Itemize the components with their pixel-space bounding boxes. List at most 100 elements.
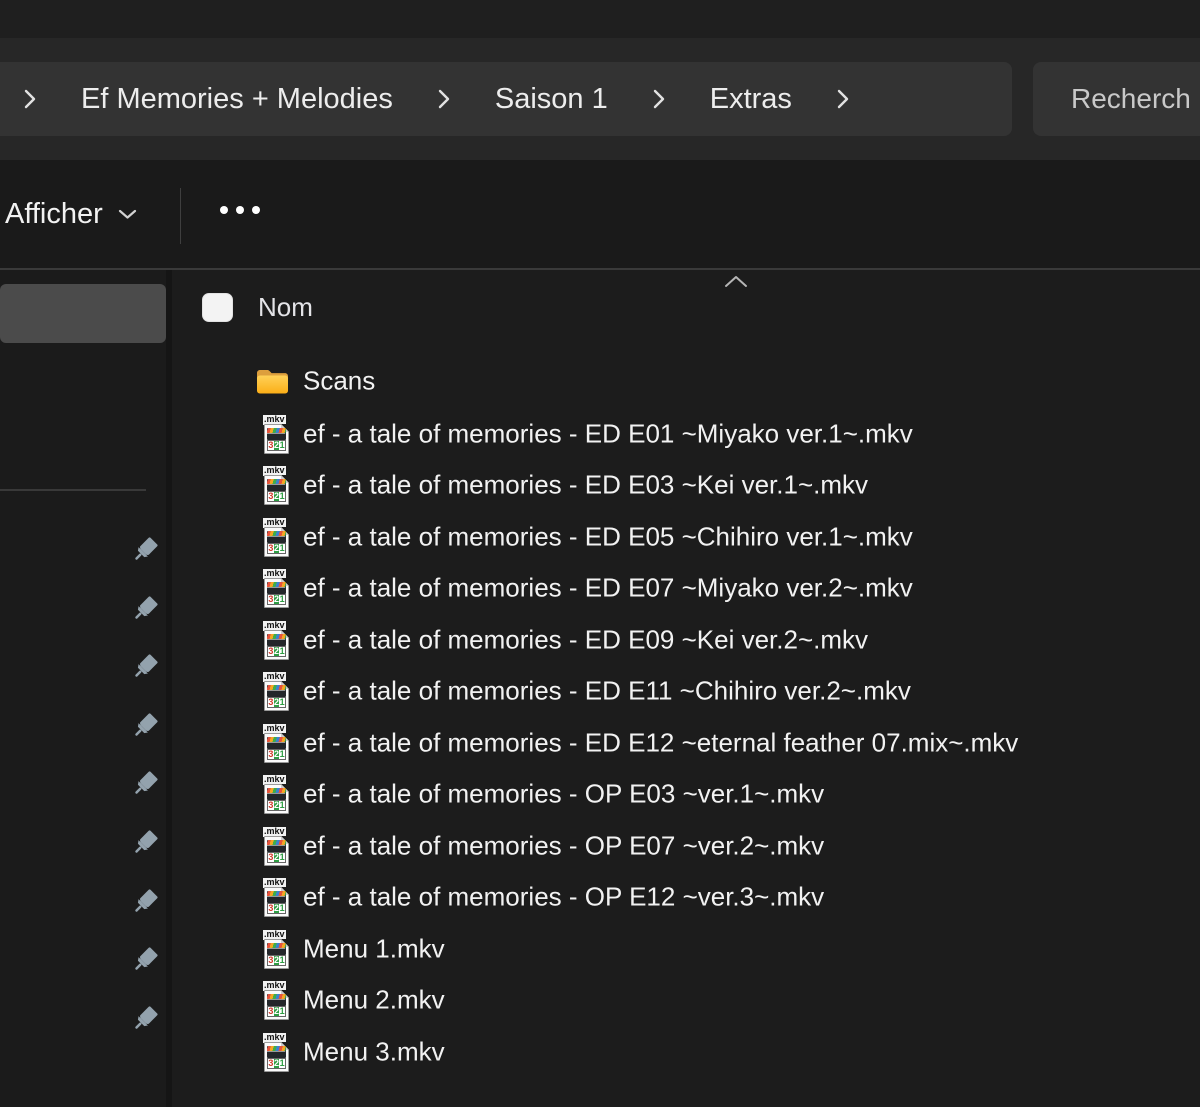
clapperboard-icon — [267, 1046, 286, 1058]
codec-digits-label: 321 — [267, 646, 286, 657]
folder-row[interactable]: Scans — [172, 355, 1200, 407]
sidebar-pinned-item[interactable] — [130, 652, 160, 682]
column-header-name[interactable]: Nom — [258, 292, 313, 323]
ellipsis-icon — [220, 206, 228, 214]
pin-icon — [130, 769, 160, 799]
mkv-media-file-icon: .mkv321 — [262, 672, 292, 712]
codec-digits-label: 321 — [267, 903, 286, 914]
mkv-media-file-icon: .mkv321 — [262, 621, 292, 661]
pin-icon — [130, 828, 160, 858]
file-row[interactable]: .mkv321 Menu 3.mkv — [172, 1026, 1200, 1078]
file-row[interactable]: .mkv321ef - a tale of memories - ED E09 … — [172, 614, 1200, 666]
file-row[interactable]: .mkv321 Menu 1.mkv — [172, 923, 1200, 975]
pin-icon — [130, 1004, 160, 1034]
mkv-media-file-icon: .mkv321 — [262, 1033, 292, 1073]
chevron-down-icon — [118, 209, 137, 220]
view-dropdown-label: Afficher — [5, 198, 103, 231]
sidebar-pinned-item[interactable] — [130, 887, 160, 917]
file-name: ef - a tale of memories - ED E07 ~Miyako… — [303, 573, 913, 604]
pin-icon — [130, 594, 160, 624]
more-options-button[interactable] — [220, 202, 260, 218]
sidebar-pinned-item[interactable] — [130, 769, 160, 799]
sidebar-pinned-item[interactable] — [130, 594, 160, 624]
sidebar-separator — [0, 489, 146, 491]
file-row[interactable]: .mkv321ef - a tale of memories - OP E07 … — [172, 820, 1200, 872]
file-name: ef - a tale of memories - ED E12 ~eterna… — [303, 727, 1018, 758]
codec-digits-label: 321 — [267, 697, 286, 708]
pin-icon — [130, 887, 160, 917]
breadcrumb-item[interactable]: Saison 1 — [495, 83, 608, 116]
breadcrumb: Ef Memories + Melodies Saison 1 Extras — [0, 62, 1012, 136]
select-all-checkbox[interactable] — [202, 293, 233, 322]
clapperboard-icon — [267, 737, 286, 749]
chevron-right-icon[interactable] — [22, 86, 38, 112]
codec-digits-label: 321 — [267, 852, 286, 863]
sidebar-pinned-item[interactable] — [130, 828, 160, 858]
view-dropdown-button[interactable]: Afficher — [5, 190, 137, 238]
mkv-media-file-icon: .mkv321 — [262, 415, 292, 455]
file-row[interactable]: .mkv321 ef - a tale of memories - ED E12 … — [172, 717, 1200, 769]
file-row[interactable]: .mkv321 ef - a tale of memories - ED E11 … — [172, 665, 1200, 717]
toolbar-divider — [180, 188, 181, 244]
file-row[interactable]: .mkv321ef - a tale of memories - ED E03 … — [172, 459, 1200, 511]
command-toolbar: Afficher — [0, 160, 1200, 270]
codec-digits-label: 321 — [267, 491, 286, 502]
sidebar-pinned-item[interactable] — [130, 945, 160, 975]
search-text: Recherch — [1071, 83, 1191, 114]
mkv-media-file-icon: .mkv321 — [262, 724, 292, 764]
codec-digits-label: 321 — [267, 440, 286, 451]
clapperboard-icon — [267, 685, 286, 697]
chevron-right-icon[interactable] — [436, 86, 452, 112]
codec-digits-label: 321 — [267, 1058, 286, 1069]
ellipsis-icon — [252, 206, 260, 214]
file-name: Scans — [303, 366, 375, 397]
codec-digits-label: 321 — [267, 594, 286, 605]
sidebar-selected-item[interactable] — [0, 284, 166, 343]
file-name: Menu 2.mkv — [303, 985, 445, 1016]
mkv-media-file-icon: .mkv321 — [262, 466, 292, 506]
breadcrumb-item[interactable]: Ef Memories + Melodies — [81, 83, 393, 116]
clapperboard-icon — [267, 943, 286, 955]
search-box[interactable]: Recherch — [1033, 62, 1200, 136]
file-row[interactable]: .mkv321 ef - a tale of memories - ED E01 … — [172, 408, 1200, 460]
codec-digits-label: 321 — [267, 1006, 286, 1017]
sidebar-pinned-item[interactable] — [130, 711, 160, 741]
sidebar-pinned-item[interactable] — [130, 1004, 160, 1034]
chevron-right-icon[interactable] — [835, 86, 851, 112]
codec-digits-label: 321 — [267, 543, 286, 554]
chevron-right-icon[interactable] — [651, 86, 667, 112]
mkv-media-file-icon: .mkv321 — [262, 569, 292, 609]
pin-icon — [130, 652, 160, 682]
file-row[interactable]: .mkv321ef - a tale of memories - OP E12 … — [172, 871, 1200, 923]
clapperboard-icon — [267, 788, 286, 800]
mkv-media-file-icon: .mkv321 — [262, 930, 292, 970]
folder-icon — [256, 368, 289, 395]
mkv-media-file-icon: .mkv321 — [262, 775, 292, 815]
file-row[interactable]: .mkv321Menu 2.mkv — [172, 974, 1200, 1026]
mkv-media-file-icon: .mkv321 — [262, 878, 292, 918]
file-name: ef - a tale of memories - ED E11 ~Chihir… — [303, 676, 911, 707]
file-row[interactable]: .mkv321ef - a tale of memories - OP E03 … — [172, 768, 1200, 820]
file-name: Menu 1.mkv — [303, 933, 445, 964]
file-row[interactable]: .mkv321 ef - a tale of memories - ED E07 … — [172, 562, 1200, 614]
clapperboard-icon — [267, 994, 286, 1006]
ellipsis-icon — [236, 206, 244, 214]
clapperboard-icon — [267, 428, 286, 440]
pin-icon — [130, 945, 160, 975]
mkv-media-file-icon: .mkv321 — [262, 518, 292, 558]
file-name: Menu 3.mkv — [303, 1036, 445, 1067]
clapperboard-icon — [267, 891, 286, 903]
clapperboard-icon — [267, 634, 286, 646]
chevron-up-icon[interactable] — [724, 274, 748, 288]
breadcrumb-item[interactable]: Extras — [710, 83, 792, 116]
pin-icon — [130, 711, 160, 741]
file-name: ef - a tale of memories - OP E07 ~ver.2~… — [303, 830, 824, 861]
sidebar-pinned-item[interactable] — [130, 535, 160, 565]
file-name: ef - a tale of memories - ED E01 ~Miyako… — [303, 418, 913, 449]
file-row[interactable]: .mkv321ef - a tale of memories - ED E05 … — [172, 511, 1200, 563]
clapperboard-icon — [267, 582, 286, 594]
clapperboard-icon — [267, 531, 286, 543]
codec-digits-label: 321 — [267, 955, 286, 966]
pin-icon — [130, 535, 160, 565]
file-list-pane: Nom Scans.mkv321ef - a tale of memories … — [172, 270, 1200, 1107]
